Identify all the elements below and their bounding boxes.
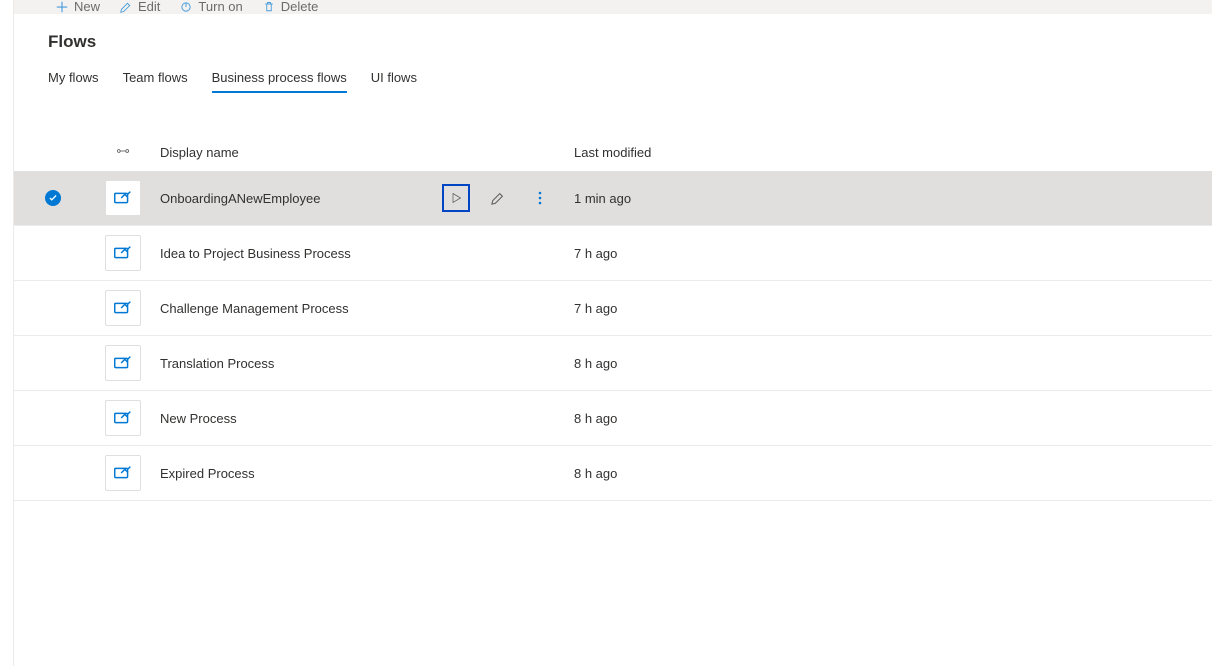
new-button[interactable]: New [48,0,108,14]
row-type-icon [92,290,154,326]
row-checkbox[interactable] [14,190,92,206]
power-icon [180,1,192,13]
delete-button[interactable]: Delete [255,0,327,14]
row-name[interactable]: Translation Process [160,356,274,371]
tabs: My flows Team flows Business process flo… [48,70,1212,94]
row-modified: 8 h ago [574,356,1212,371]
pencil-icon [120,1,132,13]
flow-icon [105,345,141,381]
edit-row-button[interactable] [484,184,512,212]
row-name[interactable]: Challenge Management Process [160,301,349,316]
table-row[interactable]: OnboardingANewEmployee 1 min ago [14,171,1212,226]
row-modified: 1 min ago [574,191,1212,206]
table-row[interactable]: Translation Process 8 h ago [14,336,1212,391]
table-row[interactable]: Idea to Project Business Process 7 h ago [14,226,1212,281]
flows-table: Display name Last modified OnboardingANe… [14,134,1212,501]
flow-icon [105,400,141,436]
tab-my-flows[interactable]: My flows [48,70,99,93]
left-nav-strip [0,0,14,666]
flow-icon [105,455,141,491]
row-name[interactable]: Expired Process [160,466,255,481]
more-button[interactable] [526,184,554,212]
flow-icon [105,290,141,326]
play-icon [450,192,462,204]
tab-ui-flows[interactable]: UI flows [371,70,417,93]
row-modified: 8 h ago [574,411,1212,426]
pencil-icon [491,191,505,205]
row-type-icon [92,345,154,381]
row-modified: 7 h ago [574,301,1212,316]
page-title: Flows [48,32,1212,52]
column-display-name[interactable]: Display name [154,145,574,160]
column-last-modified[interactable]: Last modified [574,145,1212,160]
page-content: Flows My flows Team flows Business proce… [14,14,1212,666]
flow-icon [105,235,141,271]
table-row[interactable]: Expired Process 8 h ago [14,446,1212,501]
row-modified: 8 h ago [574,466,1212,481]
row-name[interactable]: OnboardingANewEmployee [160,191,442,206]
row-type-icon [92,235,154,271]
turn-on-button-label: Turn on [198,0,242,14]
more-vertical-icon [538,191,542,205]
row-name[interactable]: New Process [160,411,237,426]
table-header: Display name Last modified [14,134,1212,171]
column-type-icon [92,144,154,161]
edit-button-label: Edit [138,0,160,14]
row-type-icon [92,400,154,436]
trash-icon [263,1,275,13]
plus-icon [56,1,68,13]
tab-team-flows[interactable]: Team flows [123,70,188,93]
row-modified: 7 h ago [574,246,1212,261]
turn-on-button[interactable]: Turn on [172,0,250,14]
row-actions [442,184,574,212]
flow-icon [105,180,141,216]
table-row[interactable]: New Process 8 h ago [14,391,1212,446]
tab-business-process-flows[interactable]: Business process flows [212,70,347,93]
command-bar: New Edit Turn on Delete [14,0,1212,14]
run-button[interactable] [442,184,470,212]
new-button-label: New [74,0,100,14]
row-type-icon [92,455,154,491]
edit-button[interactable]: Edit [112,0,168,14]
table-row[interactable]: Challenge Management Process 7 h ago [14,281,1212,336]
row-type-icon [92,180,154,216]
row-name[interactable]: Idea to Project Business Process [160,246,351,261]
process-icon [116,144,130,161]
delete-button-label: Delete [281,0,319,14]
check-circle-icon [45,190,61,206]
